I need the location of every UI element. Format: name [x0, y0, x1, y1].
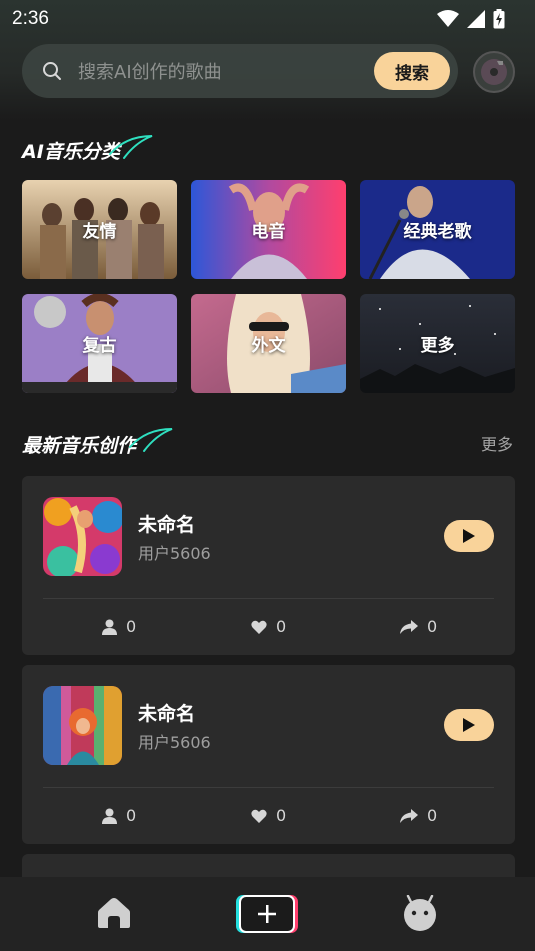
listeners-stat: 0: [102, 617, 136, 636]
plus-icon: [258, 905, 276, 923]
music-avatar-button[interactable]: [473, 51, 515, 93]
search-icon: [43, 62, 61, 80]
robot-profile-icon: [404, 895, 436, 931]
shares-stat[interactable]: 0: [400, 806, 437, 825]
song-card[interactable]: 未命名 用户5606 0 0 0: [22, 476, 515, 655]
battery-icon: [493, 9, 505, 29]
heart-icon: [251, 620, 267, 634]
song-title: 未命名: [138, 514, 196, 536]
song-cover: [43, 497, 122, 576]
home-icon: [98, 898, 130, 928]
play-icon: [463, 529, 475, 543]
listeners-count: 0: [126, 806, 137, 825]
nav-create[interactable]: [239, 895, 295, 933]
status-icons: [437, 9, 505, 29]
category-label: 电音: [251, 222, 286, 242]
nav-home[interactable]: [97, 897, 131, 929]
category-tile-classic-oldies[interactable]: 经典老歌: [360, 180, 515, 279]
song-title: 未命名: [138, 703, 196, 725]
title-squiggle-decoration: [129, 428, 173, 452]
status-time: 2:36: [12, 8, 49, 29]
play-button[interactable]: [444, 709, 494, 741]
user-icon: [102, 808, 117, 824]
song-author: 用户5606: [138, 544, 211, 563]
share-icon: [400, 808, 418, 823]
search-placeholder: 搜索AI创作的歌曲: [78, 62, 222, 83]
category-label: 经典老歌: [403, 222, 472, 242]
category-tile-electronic[interactable]: 电音: [191, 180, 346, 279]
likes-count: 0: [276, 806, 287, 825]
card-divider: [43, 787, 494, 788]
bottom-nav: [0, 877, 535, 951]
search-input[interactable]: 搜索AI创作的歌曲 搜索: [22, 44, 458, 98]
category-label: 友情: [82, 222, 117, 242]
music-disc-icon: [481, 59, 507, 85]
likes-count: 0: [276, 617, 287, 636]
category-tile-friendship[interactable]: 友情: [22, 180, 177, 279]
shares-count: 0: [427, 806, 438, 825]
category-tile-foreign[interactable]: 外文: [191, 294, 346, 393]
user-icon: [102, 619, 117, 635]
play-button[interactable]: [444, 520, 494, 552]
song-card[interactable]: 未命名 用户5606 0 0 0: [22, 665, 515, 844]
likes-stat[interactable]: 0: [251, 617, 286, 636]
title-squiggle-decoration: [109, 135, 153, 159]
latest-more-link[interactable]: 更多: [481, 431, 513, 455]
latest-section-title: 最新音乐创作: [22, 435, 137, 457]
listeners-stat: 0: [102, 806, 136, 825]
status-bar: 2:36: [0, 0, 535, 38]
cellular-signal-icon: [467, 10, 485, 28]
create-button[interactable]: [239, 895, 295, 933]
category-tile-retro[interactable]: 复古: [22, 294, 177, 393]
song-cover: [43, 686, 122, 765]
play-icon: [463, 718, 475, 732]
listeners-count: 0: [126, 617, 137, 636]
card-divider: [43, 598, 494, 599]
nav-profile[interactable]: [402, 895, 438, 931]
search-button[interactable]: 搜索: [374, 52, 450, 90]
category-label: 外文: [251, 336, 286, 356]
category-label: 更多: [420, 336, 455, 356]
category-label: 复古: [82, 336, 117, 356]
wifi-icon: [437, 10, 459, 27]
likes-stat[interactable]: 0: [251, 806, 286, 825]
shares-count: 0: [427, 617, 438, 636]
song-author: 用户5606: [138, 733, 211, 752]
shares-stat[interactable]: 0: [400, 617, 437, 636]
heart-icon: [251, 809, 267, 823]
category-tile-more[interactable]: 更多: [360, 294, 515, 393]
share-icon: [400, 619, 418, 634]
